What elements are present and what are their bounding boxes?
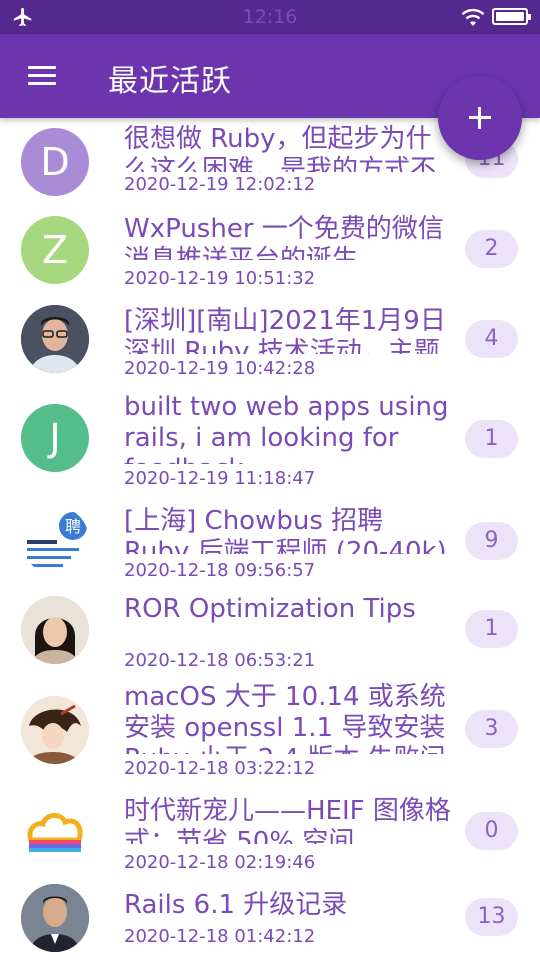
topic-title: [深圳][南山]2021年1月9日 深圳 Ruby 技术活动，主题 [124,306,446,354]
person-photo-icon [21,305,89,373]
topic-time: 2020-12-18 02:19:46 [124,852,316,870]
avatar[interactable] [21,596,89,664]
reply-count-badge: 3 [465,710,518,748]
svg-text:聘: 聘 [65,517,81,536]
status-bar: 12:16 [0,0,540,34]
topic-row[interactable]: 聘 [上海] Chowbus 招聘 Ruby 后端工程师 (20-40k) 20… [0,504,540,598]
clock: 12:16 [242,6,298,28]
topic-title: WxPusher 一个免费的微信消息推送平台的诞生 [124,214,444,260]
avatar[interactable]: 聘 [21,506,89,574]
topic-row[interactable]: macOS 大于 10.14 或系统安装 openssl 1.1 导致安装 Ru… [0,680,540,792]
avatar[interactable]: J [21,404,89,472]
battery-icon [492,8,531,25]
person-photo-icon [21,596,89,664]
reply-count-badge: 1 [465,610,518,648]
topic-row[interactable]: Rails 6.1 升级记录 2020-12-18 01:42:12 13 [0,882,540,960]
topic-time: 2020-12-18 06:53:21 [124,650,316,668]
avatar[interactable]: D [21,128,89,196]
topic-row[interactable]: 时代新宠儿——HEIF 图像格式：节省 50% 空间 2020-12-18 02… [0,794,540,890]
avatar[interactable]: Z [21,216,89,284]
reply-count-badge: 0 [465,812,518,850]
recruit-logo-icon: 聘 [21,506,89,574]
reply-count-badge: 13 [465,898,518,936]
wifi-icon [461,8,485,26]
topic-time: 2020-12-19 11:18:47 [124,468,316,486]
person-photo-icon [21,884,89,952]
avatar[interactable] [21,696,89,764]
topic-title: macOS 大于 10.14 或系统安装 openssl 1.1 导致安装 Ru… [124,682,446,754]
topic-row[interactable]: [深圳][南山]2021年1月9日 深圳 Ruby 技术活动，主题 2020-1… [0,302,540,398]
reply-count-badge: 4 [465,320,518,358]
topic-title: ROR Optimization Tips [124,594,416,624]
topic-row[interactable]: J built two web apps using rails, i am l… [0,390,540,500]
topic-title: 很想做 Ruby，但起步为什么这么困难，是我的方式不对吗 [124,124,437,172]
reply-count-badge: 9 [465,522,518,560]
reply-count-badge: 2 [465,230,518,268]
topic-time: 2020-12-19 10:42:28 [124,358,316,376]
topic-row[interactable]: ROR Optimization Tips 2020-12-18 06:53:2… [0,592,540,692]
avatar[interactable] [21,796,89,864]
topic-list[interactable]: D 很想做 Ruby，但起步为什么这么困难，是我的方式不对吗 2020-12-1… [0,118,540,960]
page-title: 最近活跃 [108,64,232,99]
topic-time: 2020-12-18 01:42:12 [124,926,316,944]
menu-icon[interactable] [28,66,56,88]
topic-title: Rails 6.1 升级记录 [124,890,348,920]
topic-row[interactable]: Z WxPusher 一个免费的微信消息推送平台的诞生 2020-12-19 1… [0,210,540,308]
new-topic-button[interactable] [438,76,522,160]
topic-time: 2020-12-18 03:22:12 [124,758,316,776]
cloud-logo-icon [21,796,89,864]
anime-avatar-icon [21,696,89,764]
topic-title: built two web apps using rails, i am loo… [124,392,449,464]
topic-time: 2020-12-18 09:56:57 [124,560,316,578]
avatar[interactable] [21,884,89,952]
topic-time: 2020-12-19 10:51:32 [124,268,316,286]
avatar[interactable] [21,305,89,373]
topic-title: 时代新宠儿——HEIF 图像格式：节省 50% 空间 [124,796,451,844]
topic-time: 2020-12-19 12:02:12 [124,174,316,192]
reply-count-badge: 1 [465,420,518,458]
topic-title: [上海] Chowbus 招聘 Ruby 后端工程师 (20-40k) [124,506,447,554]
